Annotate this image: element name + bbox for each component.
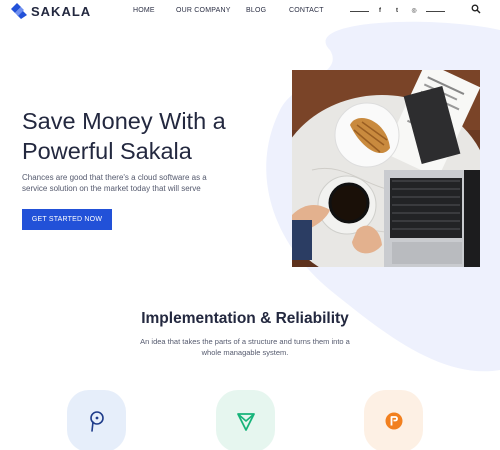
get-started-button[interactable]: GET STARTED NOW bbox=[22, 209, 112, 230]
nav-item-our-company[interactable]: OUR COMPANY bbox=[176, 7, 231, 14]
section-description: An idea that takes the parts of a struct… bbox=[140, 337, 350, 357]
instagram-icon[interactable]: ◎ bbox=[410, 7, 418, 16]
brand-name: SAKALA bbox=[31, 3, 92, 19]
hero-title: Save Money With a Powerful Sakala bbox=[22, 108, 226, 164]
nav-item-home[interactable]: HOME bbox=[133, 7, 155, 14]
section-title: Implementation & Reliability bbox=[141, 310, 349, 327]
desk-coffee-laptop-photo bbox=[292, 70, 480, 267]
facebook-icon[interactable]: f bbox=[376, 7, 384, 16]
nav-item-blog[interactable]: BLOG bbox=[246, 7, 266, 14]
hero-description: Chances are good that there's a cloud so… bbox=[22, 173, 207, 193]
sakala-logo-icon bbox=[11, 3, 27, 19]
site-header: SAKALA HOME OUR COMPANY BLOG CONTACT f t… bbox=[0, 0, 500, 24]
brand-logo[interactable]: SAKALA bbox=[10, 2, 91, 20]
hero-photo bbox=[292, 70, 480, 267]
feature-card-1[interactable] bbox=[67, 390, 126, 450]
send-triangle-icon bbox=[236, 413, 255, 431]
r-badge-icon bbox=[385, 412, 402, 430]
social-links: f t ◎ bbox=[350, 7, 445, 17]
feature-card-3[interactable] bbox=[364, 390, 423, 450]
divider-line bbox=[350, 11, 369, 12]
pen-nib-icon bbox=[89, 411, 104, 432]
search-icon[interactable] bbox=[471, 4, 481, 14]
feature-card-2[interactable] bbox=[216, 390, 275, 450]
divider-line bbox=[426, 11, 445, 12]
nav-item-contact[interactable]: CONTACT bbox=[289, 7, 324, 14]
twitter-icon[interactable]: t bbox=[393, 7, 401, 16]
